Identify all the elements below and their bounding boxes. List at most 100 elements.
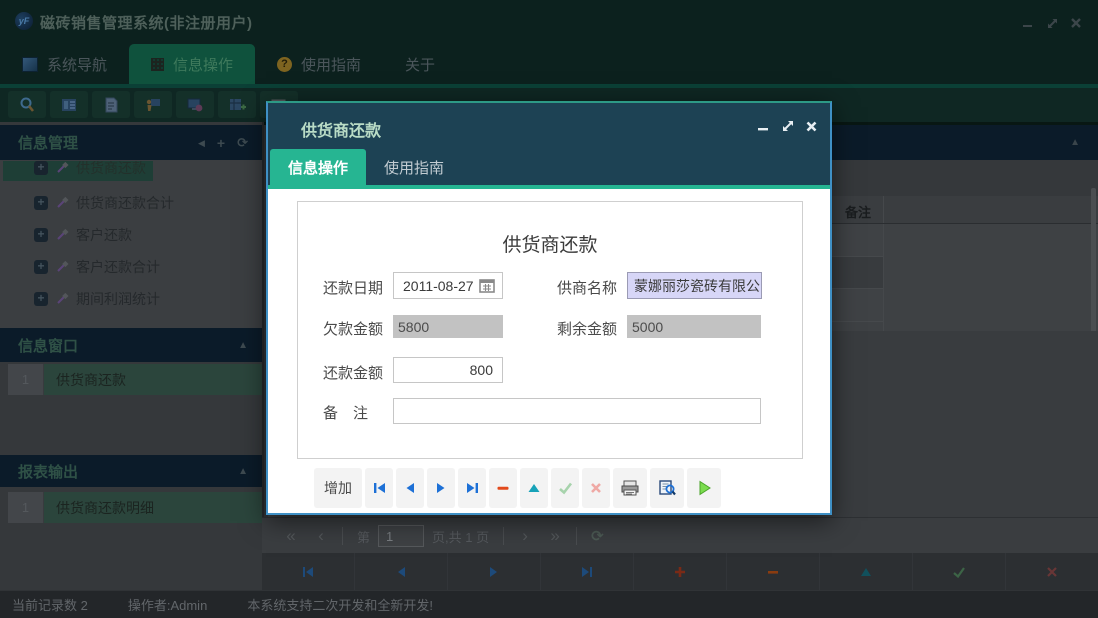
menubar: 系统导航 信息操作 ? 使用指南 关于 <box>0 44 1098 84</box>
print-button[interactable] <box>613 468 647 508</box>
table-row[interactable] <box>830 257 883 289</box>
tree-item-period-profit[interactable]: + 期间利润统计 <box>34 286 160 312</box>
repay-date-value: 2011-08-27 <box>403 278 474 294</box>
report-output-row[interactable]: 1 供货商还款明细 <box>0 492 262 523</box>
dialog-toolbar: 增加 <box>314 468 814 508</box>
next-page-icon[interactable]: › <box>510 526 540 546</box>
dialog-close-icon[interactable] <box>802 119 820 133</box>
monitor-icon[interactable] <box>176 91 214 118</box>
cancel-icon[interactable] <box>1006 553 1098 590</box>
dialog-minimize-icon[interactable] <box>754 119 772 133</box>
repay-amount-input[interactable]: 800 <box>393 357 503 383</box>
row-label[interactable]: 供货商还款 <box>44 364 262 395</box>
tree-item-customer-repay-total[interactable]: + 客户还款合计 <box>34 254 160 280</box>
confirm-icon[interactable] <box>913 553 1006 590</box>
expand-plus-icon[interactable]: + <box>34 260 48 274</box>
cancel-button[interactable] <box>582 468 610 508</box>
tab-info-ops[interactable]: 信息操作 <box>270 149 366 185</box>
menu-label: 使用指南 <box>301 54 361 75</box>
collapse-left-icon[interactable]: ◀ <box>198 138 205 149</box>
dialog-maximize-icon[interactable] <box>779 119 797 133</box>
next-record-icon[interactable] <box>448 553 541 590</box>
refresh-icon[interactable]: ⟳ <box>591 527 604 545</box>
form-heading: 供货商还款 <box>298 230 802 257</box>
repay-date-input[interactable]: 2011-08-27 <box>393 272 503 299</box>
expand-plus-icon[interactable]: + <box>34 292 48 306</box>
table-add-icon[interactable] <box>218 91 256 118</box>
prev-record-icon[interactable] <box>355 553 448 590</box>
expand-plus-icon[interactable]: + <box>34 196 48 210</box>
table-row[interactable] <box>830 224 883 257</box>
record-nav-bar <box>262 553 1098 590</box>
delete-record-button[interactable] <box>489 468 517 508</box>
presenter-icon[interactable] <box>134 91 172 118</box>
tree-panel: + 供货商还款 + 供货商还款合计 + 客户还款 + 客户还款合计 + 期间利润… <box>0 160 262 328</box>
first-page-icon[interactable]: « <box>276 526 306 546</box>
refresh-icon[interactable]: ⟳ <box>237 135 248 151</box>
window-close-icon[interactable] <box>1068 16 1084 30</box>
row-number: 1 <box>8 364 44 395</box>
last-record-icon[interactable] <box>541 553 634 590</box>
app-window: yF 磁砖销售管理系统(非注册用户) 系统导航 信息操作 ? 使用指南 关于 <box>0 0 1098 618</box>
tree-item-label: 客户还款合计 <box>76 257 160 277</box>
app-logo-icon: yF <box>15 12 33 30</box>
sidebar-section-info-mgmt-header[interactable]: 信息管理 ◀ + ⟳ <box>0 125 262 160</box>
table-row[interactable] <box>830 289 883 322</box>
divider <box>503 527 504 545</box>
edit-record-button[interactable] <box>520 468 548 508</box>
run-button[interactable] <box>687 468 721 508</box>
tree-item-customer-repay[interactable]: + 客户还款 <box>34 222 132 248</box>
repay-amount-value: 800 <box>470 362 493 378</box>
help-icon: ? <box>277 57 292 72</box>
add-icon[interactable]: + <box>217 135 225 151</box>
list-view-icon[interactable] <box>50 91 88 118</box>
menu-item-about[interactable]: 关于 <box>383 44 457 84</box>
first-record-icon[interactable] <box>262 553 355 590</box>
document-icon[interactable] <box>92 91 130 118</box>
last-page-icon[interactable]: » <box>540 526 570 546</box>
menu-label: 信息操作 <box>173 54 233 75</box>
expand-plus-icon[interactable]: + <box>34 161 48 175</box>
row-label[interactable]: 供货商还款明细 <box>44 492 262 523</box>
menu-item-guide[interactable]: ? 使用指南 <box>255 44 383 84</box>
tree-item-supplier-repay[interactable]: + 供货商还款 <box>0 161 262 181</box>
tree-item-label: 供货商还款 <box>76 161 146 178</box>
prev-page-icon[interactable]: ‹ <box>306 526 336 546</box>
collapse-up-icon[interactable]: ▲ <box>238 340 248 351</box>
delete-record-icon[interactable] <box>727 553 820 590</box>
add-record-icon[interactable] <box>634 553 727 590</box>
sidebar-section-report-output-header[interactable]: 报表输出 ▲ <box>0 455 262 487</box>
menu-item-info-ops[interactable]: 信息操作 <box>129 44 255 84</box>
print-preview-button[interactable] <box>650 468 684 508</box>
debt-label: 欠款金额 <box>323 318 383 339</box>
calendar-icon[interactable] <box>479 277 496 294</box>
titlebar: yF 磁砖销售管理系统(非注册用户) <box>0 0 1098 44</box>
sidebar-section-info-window-header[interactable]: 信息窗口 ▲ <box>0 328 262 362</box>
page-number-input[interactable]: 1 <box>378 525 424 547</box>
tree-item-label: 客户还款 <box>76 225 132 245</box>
statusbar: 当前记录数 2 操作者:Admin 本系统支持二次开发和全新开发! <box>0 590 1098 618</box>
operator-label: 操作者:Admin <box>128 595 207 614</box>
edit-record-icon[interactable] <box>820 553 913 590</box>
prev-record-button[interactable] <box>396 468 424 508</box>
collapse-up-icon[interactable]: ▲ <box>238 466 248 477</box>
tree-item-supplier-repay-total[interactable]: + 供货商还款合计 <box>34 190 174 216</box>
expand-plus-icon[interactable]: + <box>34 228 48 242</box>
next-record-button[interactable] <box>427 468 455 508</box>
collapse-up-icon[interactable]: ▲ <box>1070 137 1080 148</box>
tab-guide[interactable]: 使用指南 <box>366 149 462 185</box>
supplier-name-input[interactable]: 蒙娜丽莎瓷砖有限公司 <box>627 272 762 299</box>
menu-label: 系统导航 <box>47 54 107 75</box>
search-icon[interactable] <box>8 91 46 118</box>
menu-item-system-nav[interactable]: 系统导航 <box>0 44 129 84</box>
wand-icon <box>55 161 69 175</box>
first-record-button[interactable] <box>365 468 393 508</box>
window-minimize-icon[interactable] <box>1020 16 1036 30</box>
add-button[interactable]: 增加 <box>314 468 362 508</box>
remark-input[interactable] <box>393 398 761 424</box>
window-restore-icon[interactable] <box>1044 16 1060 30</box>
confirm-button[interactable] <box>551 468 579 508</box>
info-window-row[interactable]: 1 供货商还款 <box>0 364 262 395</box>
last-record-button[interactable] <box>458 468 486 508</box>
column-divider <box>883 224 884 331</box>
